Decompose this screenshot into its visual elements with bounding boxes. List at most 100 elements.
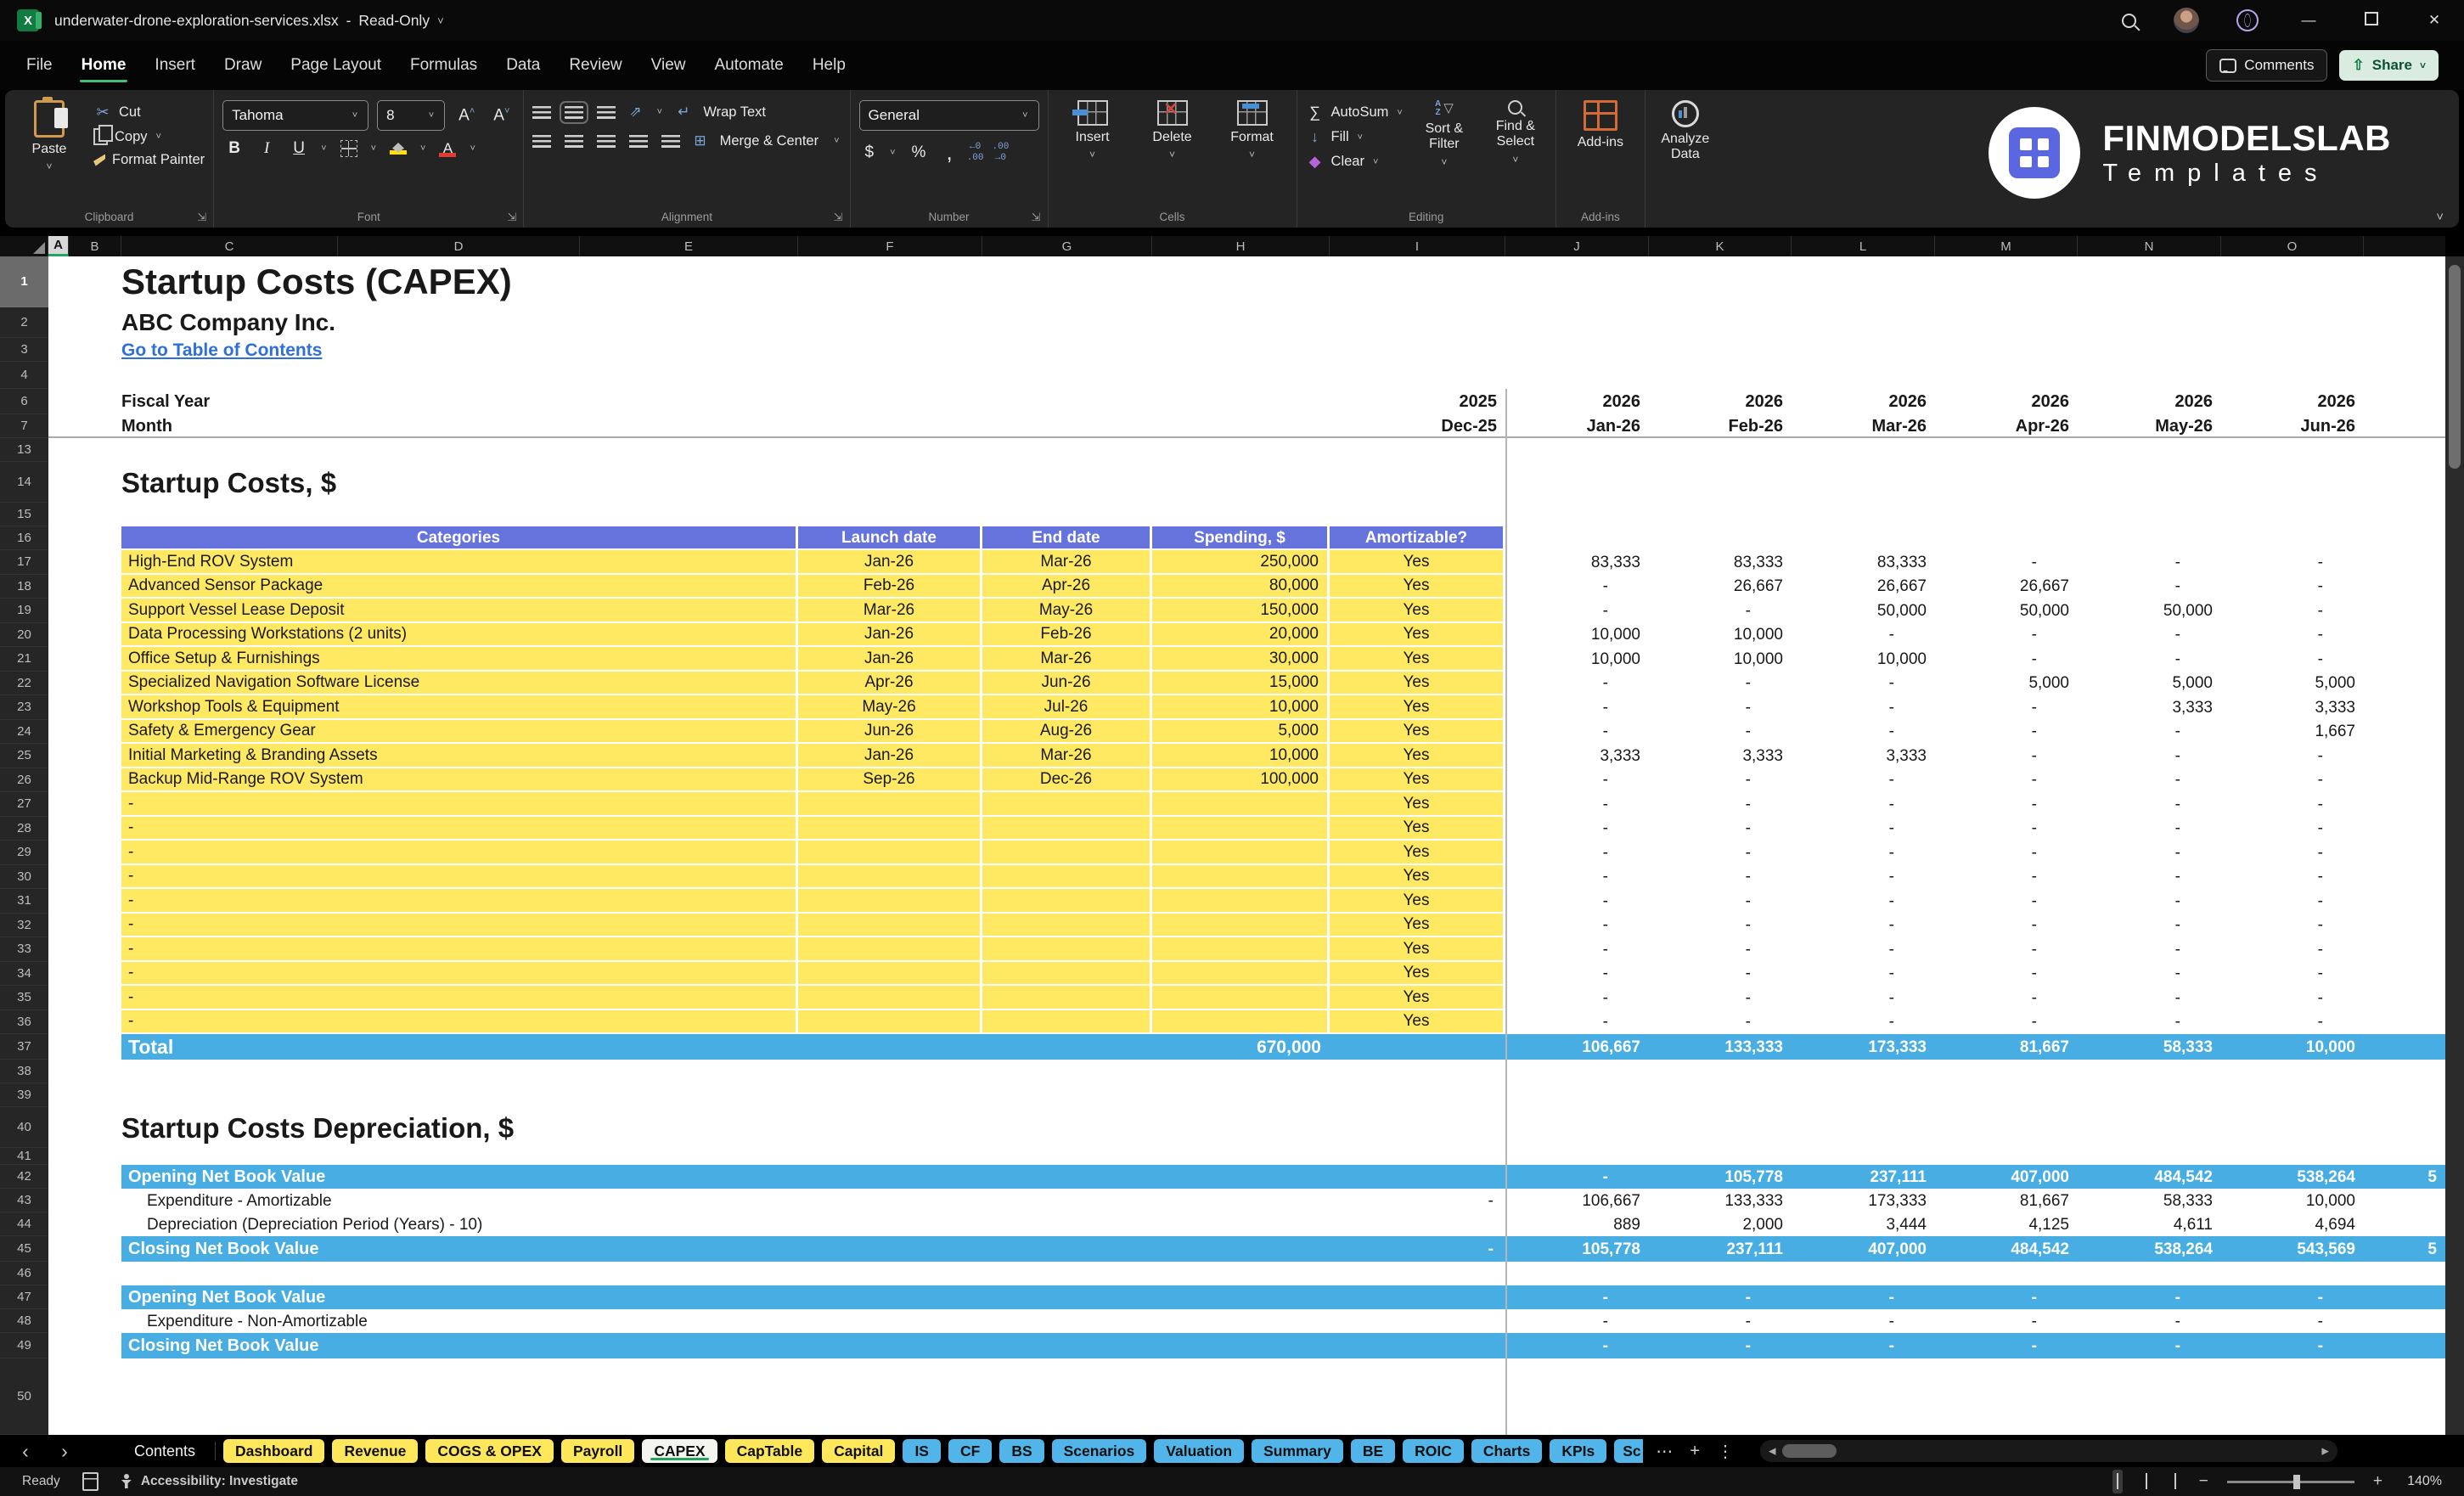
cell-J43[interactable]: 106,667 (1505, 1189, 1649, 1212)
row-header-36[interactable]: 36 (0, 1010, 48, 1034)
currency-button[interactable]: $ (859, 143, 880, 162)
cell-H26[interactable]: 100,000 (1152, 768, 1330, 792)
cell-J17[interactable]: 83,333 (1505, 550, 1649, 575)
cell-G26[interactable]: Dec-26 (982, 768, 1152, 792)
cell-F28[interactable] (798, 816, 982, 841)
cell-M19[interactable]: 50,000 (1935, 599, 2078, 623)
orientation-icon[interactable]: ⇗ (629, 104, 641, 121)
cell-I31[interactable]: Yes (1330, 889, 1505, 914)
cell-F23[interactable]: May-26 (798, 695, 982, 720)
cell-N19[interactable]: 50,000 (2078, 599, 2221, 623)
cell-H29[interactable] (1152, 841, 1330, 865)
cell-H21[interactable]: 30,000 (1152, 647, 1330, 672)
cell-M30[interactable]: - (1935, 865, 2078, 890)
cell-N27[interactable]: - (2078, 792, 2221, 817)
cell-M17[interactable]: - (1935, 550, 2078, 575)
column-header-D[interactable]: D (338, 236, 580, 256)
row-header-32[interactable]: 32 (0, 913, 48, 937)
cell-O20[interactable]: - (2221, 623, 2364, 648)
cell-H35[interactable] (1152, 986, 1330, 1010)
cell-C44[interactable]: Depreciation (Depreciation Period (Years… (121, 1212, 798, 1236)
section-heading-startup-costs[interactable]: Startup Costs, $ (121, 462, 982, 503)
cell-I25[interactable]: Yes (1330, 744, 1505, 768)
cell-N31[interactable]: - (2078, 889, 2221, 914)
cell-O44[interactable]: 4,694 (2221, 1212, 2364, 1236)
fill-button[interactable]: ↓ Fill ˅ (1306, 128, 1404, 146)
row-header-43[interactable]: 43 (0, 1189, 48, 1212)
cell-L28[interactable]: - (1792, 817, 1935, 841)
sheet-tab-is[interactable]: IS (903, 1439, 941, 1463)
align-top-icon[interactable] (532, 105, 552, 119)
cell-F24[interactable]: Jun-26 (798, 719, 982, 744)
row-header-26[interactable]: 26 (0, 768, 48, 792)
align-middle-icon[interactable] (560, 100, 589, 124)
cell-H18[interactable]: 80,000 (1152, 574, 1330, 599)
sheet-tab-scenarios[interactable]: Scenarios (1051, 1439, 1147, 1463)
cell-J25[interactable]: 3,333 (1505, 744, 1649, 768)
cut-button[interactable]: ✂ Cut (93, 104, 205, 121)
column-header-M[interactable]: M (1935, 236, 2078, 256)
sheet-tab-valuation[interactable]: Valuation (1154, 1439, 1245, 1463)
cell-N17[interactable]: - (2078, 550, 2221, 575)
cell-M33[interactable]: - (1935, 937, 2078, 962)
cell-J27[interactable]: - (1505, 792, 1649, 817)
font-dialog-launcher[interactable]: ⇲ (507, 211, 516, 224)
cell-C29[interactable]: - (121, 841, 798, 865)
cell-G35[interactable] (982, 986, 1152, 1010)
cell-M6[interactable]: 2026 (1935, 389, 2078, 414)
cell-L48[interactable]: - (1792, 1309, 1935, 1333)
cell-N28[interactable]: - (2078, 817, 2221, 841)
menu-tab-page-layout[interactable]: Page Layout (276, 48, 396, 83)
cell-C35[interactable]: - (121, 986, 798, 1010)
sheet-tab-captable[interactable]: CapTable (724, 1439, 815, 1463)
column-header-A[interactable]: A (48, 236, 69, 256)
cell-C36[interactable]: - (121, 1010, 798, 1034)
sheet-tab-be[interactable]: BE (1350, 1439, 1396, 1463)
cell-N36[interactable]: - (2078, 1010, 2221, 1035)
row-header-22[interactable]: 22 (0, 671, 48, 695)
cell-J21[interactable]: 10,000 (1505, 647, 1649, 672)
menu-tab-home[interactable]: Home (67, 48, 141, 83)
cell-I34[interactable]: Yes (1330, 961, 1505, 986)
row-header-37[interactable]: 37 (0, 1034, 48, 1060)
sheet-tab-cogs-opex[interactable]: COGS & OPEX (425, 1439, 554, 1463)
row-header-30[interactable]: 30 (0, 864, 48, 889)
menu-tab-view[interactable]: View (637, 48, 700, 83)
calculator-icon[interactable] (82, 1472, 98, 1491)
column-header-C[interactable]: C (121, 236, 338, 256)
cell-L49[interactable]: - (1792, 1333, 1935, 1358)
cell-N23[interactable]: 3,333 (2078, 695, 2221, 720)
cell-N37[interactable]: 58,333 (2078, 1034, 2221, 1060)
cell-L21[interactable]: 10,000 (1792, 647, 1935, 672)
cell-L36[interactable]: - (1792, 1010, 1935, 1035)
cell-J23[interactable]: - (1505, 695, 1649, 720)
cell-F33[interactable] (798, 937, 982, 962)
row-header-15[interactable]: 15 (0, 503, 48, 526)
horizontal-scrollbar[interactable]: ◂ ▸ (1759, 1440, 2337, 1462)
cell-K28[interactable]: - (1649, 817, 1792, 841)
align-right-icon[interactable] (597, 134, 616, 148)
column-header-I[interactable]: I (1330, 236, 1505, 256)
sphere-icon[interactable] (2236, 9, 2259, 31)
row-header-42[interactable]: 42 (0, 1165, 48, 1189)
cell-G17[interactable]: Mar-26 (982, 550, 1152, 575)
cell-N35[interactable]: - (2078, 986, 2221, 1010)
cell-L6[interactable]: 2026 (1792, 389, 1935, 414)
row-header-14[interactable]: 14 (0, 462, 48, 503)
page-layout-view-button[interactable] (2141, 1470, 2152, 1493)
cell-O19[interactable]: - (2221, 599, 2364, 623)
cell-I35[interactable]: Yes (1330, 986, 1505, 1010)
cell-H22[interactable]: 15,000 (1152, 671, 1330, 695)
cell-K25[interactable]: 3,333 (1649, 744, 1792, 768)
cell-K18[interactable]: 26,667 (1649, 575, 1792, 599)
cell-M26[interactable]: - (1935, 768, 2078, 793)
cell-M24[interactable]: - (1935, 720, 2078, 745)
cell-O49[interactable]: - (2221, 1333, 2364, 1358)
row-header-2[interactable]: 2 (0, 307, 48, 338)
cell-C19[interactable]: Support Vessel Lease Deposit (121, 599, 798, 623)
sheet-tab-next-button[interactable]: › (49, 1440, 80, 1463)
cell-K49[interactable]: - (1649, 1333, 1792, 1358)
column-header-F[interactable]: F (798, 236, 982, 256)
cell-N25[interactable]: - (2078, 744, 2221, 768)
cell-N42[interactable]: 484,542 (2078, 1165, 2221, 1189)
